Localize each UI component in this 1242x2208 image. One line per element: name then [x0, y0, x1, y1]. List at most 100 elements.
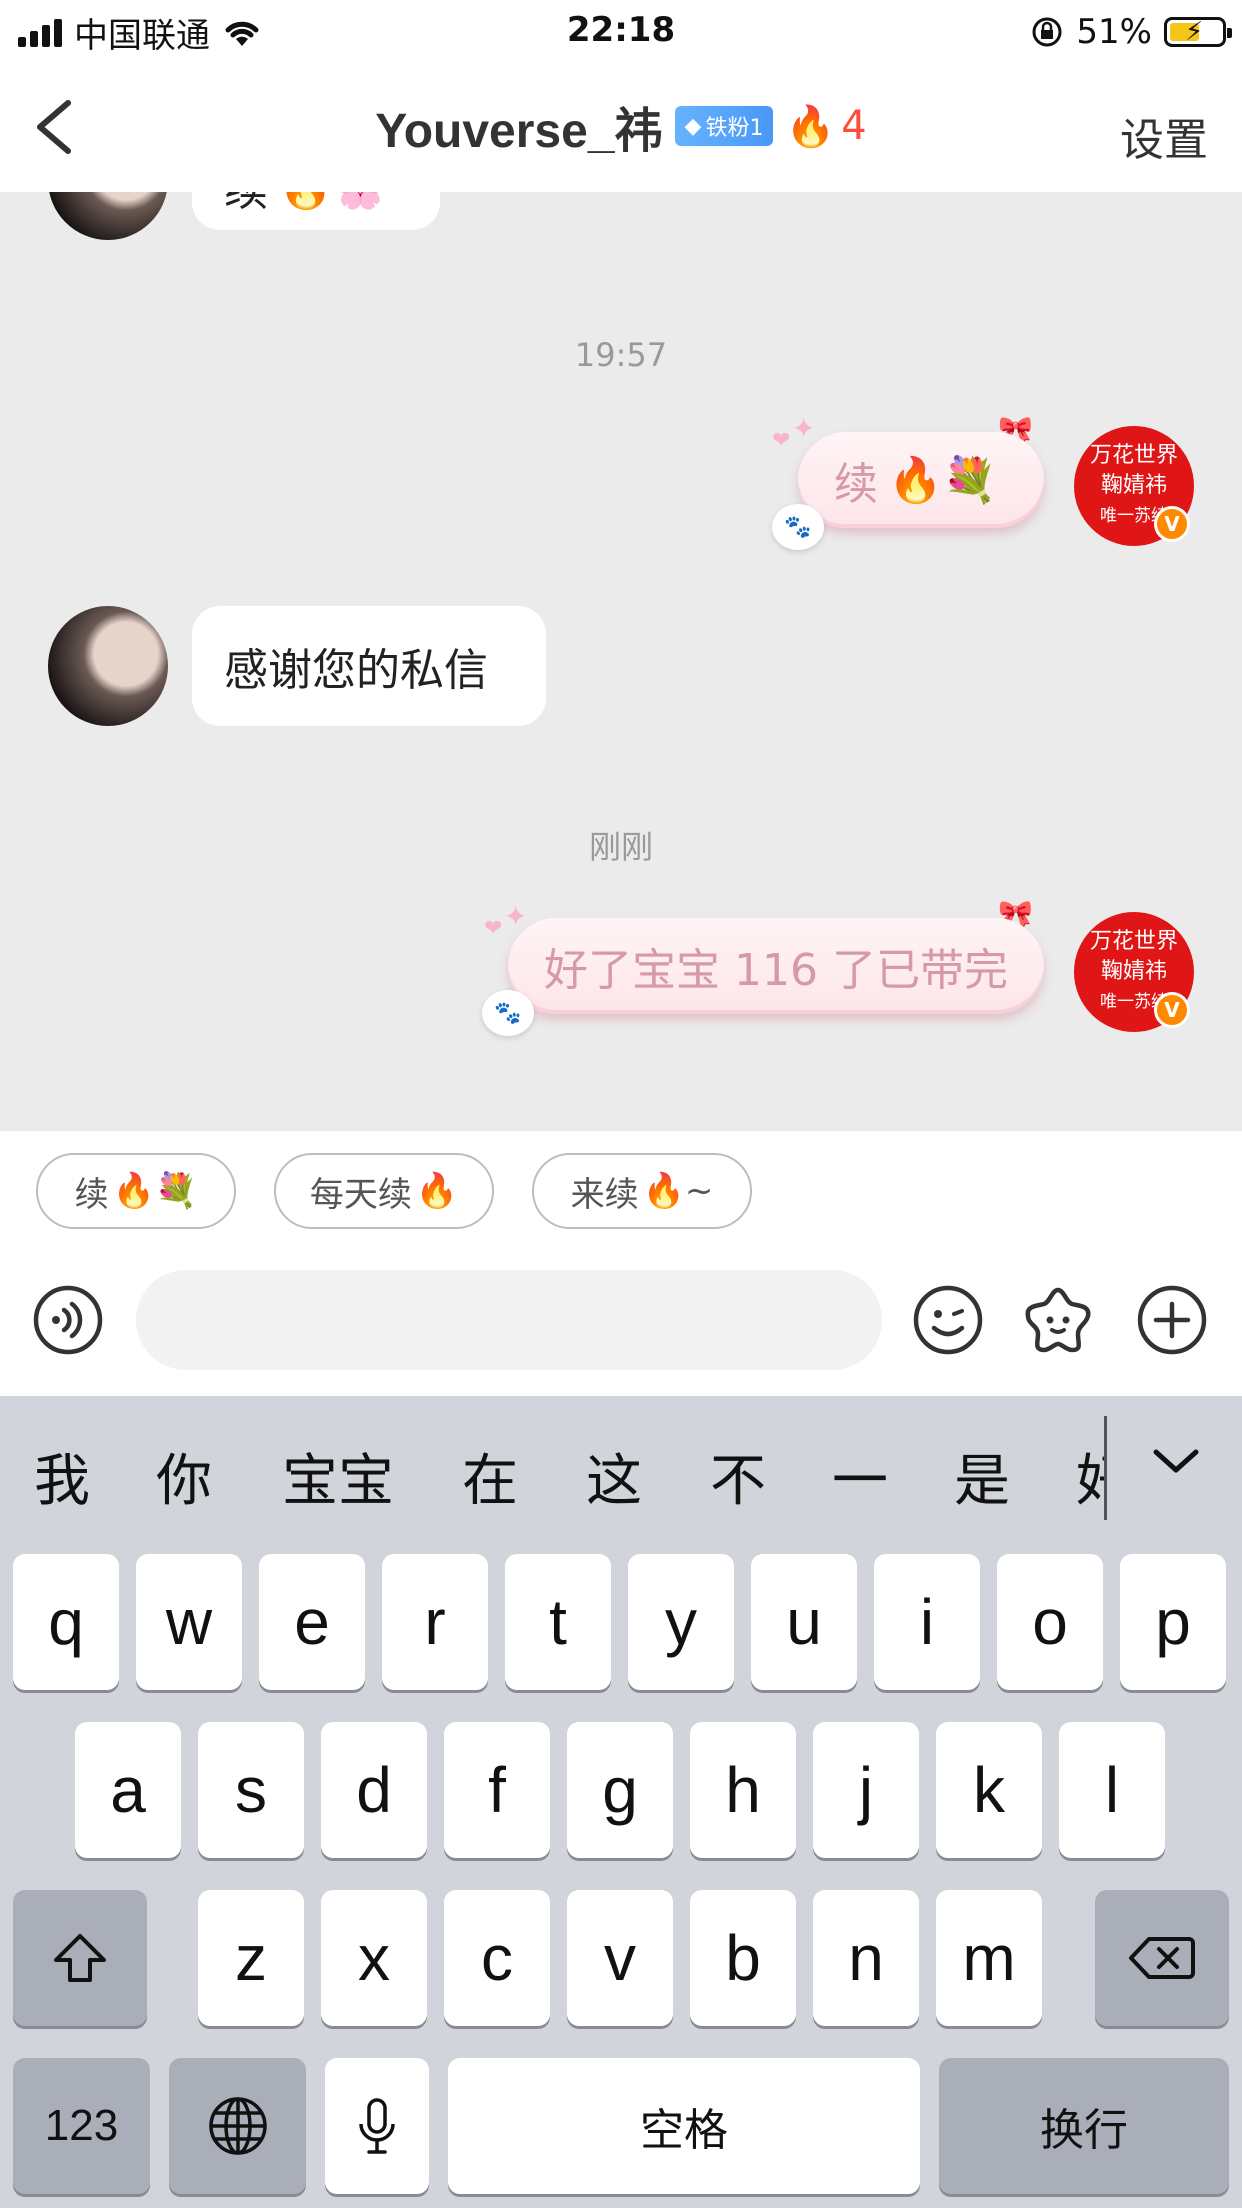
chip-label: 续: [74, 1174, 109, 1215]
candidate-word[interactable]: 这: [586, 1436, 642, 1517]
message-bubble-outgoing[interactable]: 好了宝宝 116 了已带完: [508, 918, 1044, 1014]
fire-icon: 🔥: [785, 103, 836, 150]
numbers-key[interactable]: 123: [13, 2058, 150, 2194]
rotation-lock-icon: [1032, 17, 1062, 47]
return-key[interactable]: 换行: [939, 2058, 1229, 2194]
chat-area[interactable]: 续 🔥🌸 19:57 ❤ ✦ 🎀 续 🔥💐 🐾 万花世界 鞠婧祎 唯一苏绮 V …: [0, 192, 1242, 1130]
candidate-word[interactable]: 我: [34, 1436, 90, 1517]
avatar-text-line1: 万花世界: [1089, 929, 1178, 954]
candidate-word[interactable]: 不: [710, 1436, 766, 1517]
chip-emoji: 🔥~: [642, 1171, 714, 1211]
paw-deco-icon: 🐾: [772, 504, 824, 550]
key-t[interactable]: t: [505, 1554, 611, 1690]
key-w[interactable]: w: [136, 1554, 242, 1690]
key-n[interactable]: n: [813, 1890, 919, 2026]
chip-label: 来续: [570, 1174, 639, 1215]
candidate-word[interactable]: 好: [1076, 1436, 1104, 1517]
message-text: 感谢您的私信: [224, 645, 488, 696]
sticker-icon[interactable]: [1022, 1284, 1094, 1356]
emoji-icon[interactable]: [912, 1284, 984, 1356]
delete-key[interactable]: [1095, 1890, 1229, 2026]
star-deco-icon: ✦: [792, 412, 816, 445]
message-text: 续: [224, 192, 268, 218]
key-r[interactable]: r: [382, 1554, 488, 1690]
fan-badge: ◆ 铁粉1: [674, 106, 774, 146]
message-bubble-incoming[interactable]: 感谢您的私信: [192, 606, 546, 726]
avatar-text-line2: 鞠婧祎: [1100, 473, 1167, 498]
key-m[interactable]: m: [936, 1890, 1042, 2026]
shift-key[interactable]: [13, 1890, 147, 2026]
globe-key[interactable]: [169, 2058, 306, 2194]
quick-reply-chip[interactable]: 来续 🔥~: [532, 1153, 752, 1229]
chat-title: Youverse_祎: [375, 105, 663, 158]
key-i[interactable]: i: [874, 1554, 980, 1690]
key-v[interactable]: v: [567, 1890, 673, 2026]
backspace-icon: [1129, 1937, 1195, 1979]
message-input[interactable]: [136, 1270, 882, 1370]
nav-title-group[interactable]: Youverse_祎 ◆ 铁粉1 🔥 4: [0, 94, 1242, 158]
contact-avatar[interactable]: [48, 192, 168, 240]
fire-flower-emoji-icon: 🔥💐: [888, 455, 998, 506]
key-f[interactable]: f: [444, 1722, 550, 1858]
voice-icon[interactable]: [32, 1284, 104, 1356]
key-g[interactable]: g: [567, 1722, 673, 1858]
key-z[interactable]: z: [198, 1890, 304, 2026]
chip-emoji: 🔥💐: [112, 1171, 198, 1211]
timestamp: 19:57: [574, 336, 668, 374]
message-bubble-incoming[interactable]: 续 🔥🌸: [192, 192, 440, 230]
key-o[interactable]: o: [997, 1554, 1103, 1690]
key-b[interactable]: b: [690, 1890, 796, 2026]
chip-label: 每天续: [309, 1174, 412, 1215]
candidate-word[interactable]: 一: [832, 1436, 888, 1517]
candidate-bar: 我 你 宝宝 在 这 不 一 是 好: [0, 1396, 1242, 1552]
globe-icon: [208, 2097, 267, 2155]
message-bubble-outgoing[interactable]: 续 🔥💐: [798, 432, 1044, 528]
heart-deco-icon: ❤: [484, 916, 503, 941]
key-d[interactable]: d: [321, 1722, 427, 1858]
battery-icon: ⚡: [1164, 17, 1232, 47]
space-key[interactable]: 空格: [448, 2058, 920, 2194]
input-bar: [0, 1250, 1242, 1396]
key-h[interactable]: h: [690, 1722, 796, 1858]
heart-deco-icon: ❤: [772, 428, 791, 453]
quick-reply-chip[interactable]: 续 🔥💐: [36, 1153, 236, 1229]
key-l[interactable]: l: [1059, 1722, 1165, 1858]
key-j[interactable]: j: [813, 1722, 919, 1858]
paw-deco-icon: 🐾: [482, 990, 534, 1036]
avatar-text-line1: 万花世界: [1089, 443, 1178, 468]
key-s[interactable]: s: [198, 1722, 304, 1858]
timestamp: 刚刚: [588, 828, 653, 866]
candidate-word[interactable]: 宝宝: [282, 1436, 394, 1517]
key-e[interactable]: e: [259, 1554, 365, 1690]
fire-streak: 🔥 4: [785, 103, 866, 150]
quick-reply-chip[interactable]: 每天续 🔥: [274, 1153, 494, 1229]
avatar-text-line2: 鞠婧祎: [1100, 959, 1167, 984]
message-text: 好了宝宝 116 了已带完: [544, 945, 1008, 996]
diamond-icon: ◆: [684, 113, 702, 139]
dictation-key[interactable]: [325, 2058, 429, 2194]
candidate-word[interactable]: 是: [954, 1436, 1010, 1517]
contact-avatar[interactable]: [48, 606, 168, 726]
key-u[interactable]: u: [751, 1554, 857, 1690]
key-x[interactable]: x: [321, 1890, 427, 2026]
fire-emoji-icon: 🔥🌸: [278, 192, 388, 212]
key-a[interactable]: a: [75, 1722, 181, 1858]
shift-icon: [54, 1934, 106, 1982]
star-deco-icon: ✦: [504, 900, 528, 933]
candidate-word[interactable]: 在: [462, 1436, 518, 1517]
chevron-down-icon[interactable]: [1150, 1436, 1202, 1488]
battery-percent: 51%: [1076, 12, 1152, 52]
candidate-word[interactable]: 你: [156, 1436, 212, 1517]
verified-badge-icon: V: [1154, 506, 1190, 542]
candidate-divider: [1104, 1416, 1107, 1520]
key-c[interactable]: c: [444, 1890, 550, 2026]
verified-badge-icon: V: [1154, 992, 1190, 1028]
nav-bar: Youverse_祎 ◆ 铁粉1 🔥 4 设置: [0, 62, 1242, 192]
key-y[interactable]: y: [628, 1554, 734, 1690]
key-q[interactable]: q: [13, 1554, 119, 1690]
key-k[interactable]: k: [936, 1722, 1042, 1858]
chip-emoji: 🔥: [415, 1171, 459, 1211]
settings-button[interactable]: 设置: [1120, 104, 1208, 168]
key-p[interactable]: p: [1120, 1554, 1226, 1690]
plus-icon[interactable]: [1136, 1284, 1208, 1356]
